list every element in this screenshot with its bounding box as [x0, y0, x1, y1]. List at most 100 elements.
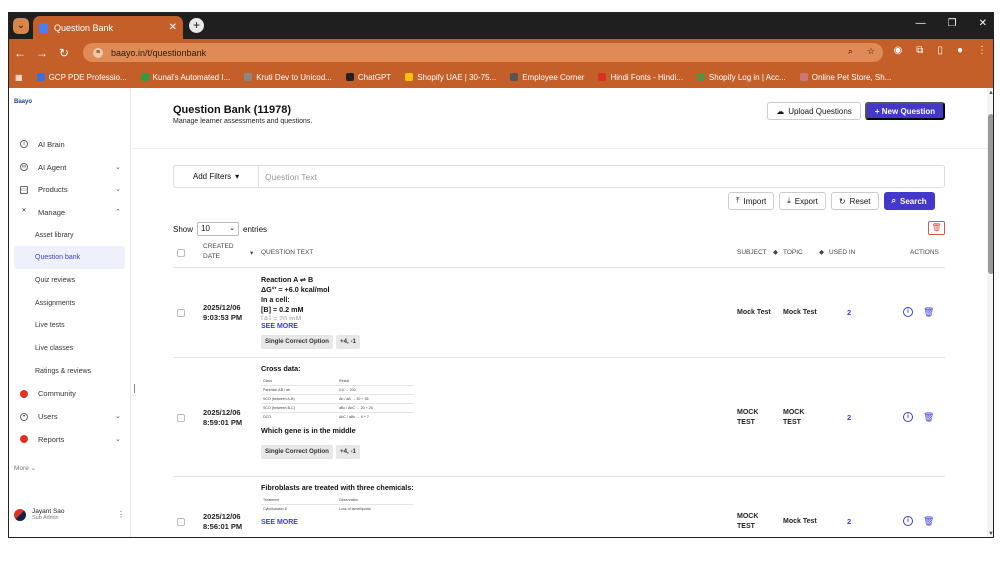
sidebar-sub-ratings-reviews[interactable]: Ratings & reviews	[14, 360, 125, 383]
sidebar-item-community[interactable]: Community	[14, 383, 125, 406]
search-button[interactable]: ⌕ Search	[883, 192, 935, 210]
user-profile[interactable]: Jayant Sao Sub Admin ⋮	[14, 508, 125, 521]
browser-window: ⌄ Question Bank ✕ + — ❐ ✕ ← → ↻ ≡ baayo.…	[8, 12, 994, 538]
new-question-button[interactable]: + New Question	[865, 102, 945, 120]
entries-select[interactable]: 10 ⌄	[197, 222, 240, 236]
sidepanel-icon[interactable]: ▯	[937, 45, 943, 56]
browser-menu-icon[interactable]: ⋮	[977, 45, 987, 56]
col-topic[interactable]: TOPIC	[783, 249, 803, 256]
logo[interactable]: Baayo	[14, 99, 32, 105]
bookmark-item[interactable]: Shopify UAE | 30-75...	[405, 73, 496, 82]
reset-button[interactable]: ↻ Reset	[830, 192, 879, 210]
created-date: 2025/12/06 9:03:53 PM	[203, 303, 243, 322]
community-icon	[20, 389, 28, 398]
sidebar-sub-assignments[interactable]: Assignments	[14, 292, 125, 315]
see-more-link[interactable]: SEE MORE	[261, 322, 521, 332]
info-icon[interactable]: i	[903, 516, 913, 526]
sidebar-nav: i AI Brain ∞ AI Agent ⌄ ▭ Products ⌄ ✕ Manage ⌃…	[14, 133, 125, 451]
restore-icon[interactable]: ❐	[948, 18, 957, 29]
sidebar-sub-live-classes[interactable]: Live classes	[14, 337, 125, 360]
bookmark-item[interactable]: Hindi Fonts - Hindi...	[598, 73, 683, 82]
export-button[interactable]: ⤓ Export	[779, 192, 826, 210]
close-tab-icon[interactable]: ✕	[169, 22, 177, 33]
bookmark-item[interactable]: GCP PDE Professio...	[36, 73, 127, 82]
sidebar-item-products[interactable]: ▭ Products ⌄	[14, 178, 125, 201]
bookmark-item[interactable]: Kunal's Automated I...	[140, 73, 230, 82]
bookmark-item[interactable]: Kruti Dev to Unicod...	[244, 73, 332, 82]
reports-icon	[20, 435, 28, 444]
bookmark-item[interactable]: ChatGPT	[345, 73, 391, 82]
info-circle-icon: i	[20, 140, 28, 149]
info-icon[interactable]: i	[903, 307, 913, 317]
scrollbar-thumb[interactable]	[988, 114, 993, 274]
col-created-date[interactable]: CREATED DATE	[203, 242, 245, 262]
used-in-link[interactable]: 2	[847, 308, 851, 317]
sidebar-more[interactable]: More ⌄	[14, 464, 36, 472]
import-button[interactable]: ⤒ Import	[728, 192, 775, 210]
zoom-icon[interactable]: ⌕	[848, 46, 853, 57]
question-text: Fibroblasts are treated with three chemi…	[261, 483, 521, 528]
row-checkbox[interactable]	[177, 309, 185, 317]
omnibox-actions: ⌕ ☆	[848, 46, 875, 57]
see-more-link[interactable]: SEE MORE	[261, 518, 521, 528]
sidebar-sub-live-tests[interactable]: Live tests	[14, 315, 125, 338]
new-tab-icon[interactable]: +	[189, 18, 204, 33]
page-subtitle: Manage learner assessments and questions…	[173, 118, 313, 125]
used-in-link[interactable]: 2	[847, 517, 851, 526]
row-checkbox[interactable]	[177, 414, 185, 422]
infinity-icon: ∞	[20, 163, 28, 172]
chevron-up-icon: ⌃	[115, 209, 121, 217]
bookmark-star-icon[interactable]: ☆	[867, 46, 875, 57]
extensions-puzzle-icon[interactable]: ⧉	[916, 45, 923, 56]
bookmark-item[interactable]: Online Pet Store, Sh...	[799, 73, 891, 82]
upload-questions-button[interactable]: ☁ Upload Questions	[767, 102, 861, 120]
kebab-menu-icon[interactable]: ⋮	[117, 510, 125, 519]
table-header: CREATED DATE ▾ QUESTION TEXT SUBJECT ◆ T…	[173, 240, 945, 268]
bookmark-item[interactable]: Shopify Log in | Acc...	[696, 73, 786, 82]
sidebar-sub-quiz-reviews[interactable]: Quiz reviews	[14, 269, 125, 292]
close-window-icon[interactable]: ✕	[979, 18, 987, 29]
sort-icon[interactable]: ▾	[250, 249, 253, 257]
row-checkbox[interactable]	[177, 518, 185, 526]
sidebar-item-ai-agent[interactable]: ∞ AI Agent ⌄	[14, 156, 125, 179]
sidebar-item-manage[interactable]: ✕ Manage ⌃	[14, 201, 125, 224]
col-used-in[interactable]: USED IN	[829, 249, 855, 256]
minimize-icon[interactable]: —	[916, 18, 926, 29]
sidebar-item-users[interactable]: • Users ⌄	[14, 405, 125, 428]
site-info-icon[interactable]: ≡	[93, 47, 103, 58]
bookmark-favicon-icon	[39, 22, 48, 33]
trash-icon[interactable]: 🗑	[923, 412, 934, 423]
add-filters-button[interactable]: Add Filters ▾	[174, 166, 259, 187]
apps-grid-icon[interactable]: ▦	[15, 73, 23, 82]
scroll-down-icon[interactable]: ▼	[987, 531, 993, 537]
tab-search-icon[interactable]: ⌄	[13, 18, 29, 34]
sidebar-item-reports[interactable]: Reports ⌄	[14, 428, 125, 451]
used-in-link[interactable]: 2	[847, 413, 851, 422]
browser-tab[interactable]: Question Bank ✕	[33, 16, 183, 39]
scroll-up-icon[interactable]: ▲	[987, 90, 993, 96]
page-title: Question Bank (11978)	[173, 104, 291, 116]
bookmark-item[interactable]: Employee Corner	[510, 73, 584, 82]
forward-icon[interactable]: →	[31, 46, 53, 60]
col-actions: ACTIONS	[910, 249, 939, 256]
back-icon[interactable]: ←	[9, 46, 31, 60]
sidebar-sub-asset-library[interactable]: Asset library	[14, 224, 125, 247]
question-text-input[interactable]: Question Text	[259, 172, 317, 182]
sort-icon[interactable]: ◆	[819, 248, 824, 256]
trash-icon[interactable]: 🗑	[923, 516, 934, 527]
profile-avatar-icon[interactable]: ●	[957, 45, 963, 56]
bookmark-favicon-icon	[244, 73, 253, 81]
address-bar[interactable]: ≡ baayo.in/t/questionbank ⌕ ☆	[83, 43, 883, 62]
trash-icon[interactable]: 🗑	[923, 307, 934, 318]
upload-icon: ⤒	[736, 196, 740, 205]
reload-icon[interactable]: ↻	[53, 46, 75, 60]
extension-icon[interactable]: ◉	[894, 45, 903, 56]
select-all-checkbox[interactable]	[177, 249, 185, 257]
info-icon[interactable]: i	[903, 412, 913, 422]
sidebar-sub-question-bank[interactable]: Question bank	[14, 246, 125, 270]
sidebar-item-ai-brain[interactable]: i AI Brain	[14, 133, 125, 156]
sort-icon[interactable]: ◆	[773, 248, 778, 256]
scrollbar[interactable]: ▲ ▼	[987, 88, 993, 537]
bulk-delete-button[interactable]: 🗑	[928, 221, 945, 235]
col-subject[interactable]: SUBJECT	[737, 249, 767, 256]
